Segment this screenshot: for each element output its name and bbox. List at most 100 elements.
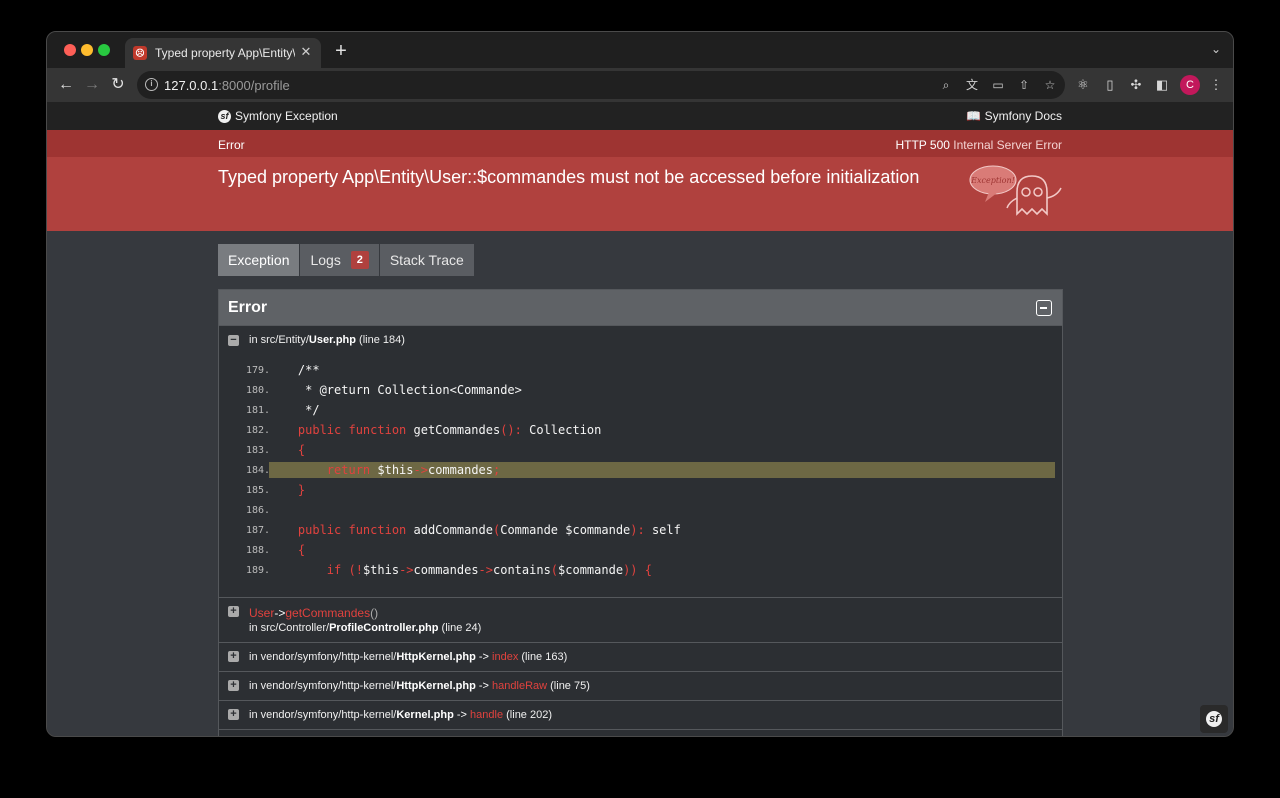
expand-frame-icon[interactable]: + bbox=[228, 606, 239, 617]
trace-panel: Error − in src/Entity/User.php (line 184… bbox=[218, 289, 1063, 736]
line-number: 183. bbox=[246, 445, 271, 456]
logs-count-badge: 2 bbox=[350, 251, 369, 269]
line-number: 188. bbox=[246, 545, 271, 556]
symfony-toolbar-toggle[interactable]: sf bbox=[1200, 705, 1228, 733]
share-icon[interactable]: ⇧ bbox=[1016, 77, 1032, 93]
tab-stack-trace[interactable]: Stack Trace bbox=[379, 244, 475, 276]
payment-card-icon[interactable]: ▭ bbox=[990, 77, 1006, 93]
translate-icon[interactable]: 文 bbox=[964, 77, 980, 93]
code-text: /** bbox=[269, 363, 320, 377]
symfony-logo-icon: sf bbox=[218, 109, 231, 123]
reload-icon[interactable]: ↻ bbox=[107, 74, 129, 96]
code-line: 188. { bbox=[219, 540, 1062, 560]
forward-arrow-icon[interactable]: → bbox=[81, 74, 103, 96]
exception-ghost-icon: Exception! bbox=[969, 165, 1062, 216]
code-line: 187. public function addCommande(Command… bbox=[219, 520, 1062, 540]
browser-window: ☹ Typed property App\Entity\User::$comma… bbox=[46, 31, 1234, 737]
frame-location: in vendor/symfony/http-kernel/Kernel.php… bbox=[249, 709, 552, 721]
symfony-top-bar: sf Symfony Exception 📖 Symfony Docs bbox=[47, 102, 1233, 130]
svg-text:Exception!: Exception! bbox=[970, 176, 1015, 185]
close-tab-icon[interactable]: ✕ bbox=[299, 45, 313, 59]
line-number: 187. bbox=[246, 525, 271, 536]
code-text: if (!$this->commandes->contains($command… bbox=[326, 563, 652, 577]
code-text: { bbox=[297, 543, 306, 557]
trace-frame[interactable]: + in vendor/symfony/http-kernel/HttpKern… bbox=[219, 671, 1062, 700]
page-content: sf Symfony Exception 📖 Symfony Docs Erro… bbox=[47, 102, 1233, 736]
browser-tab[interactable]: ☹ Typed property App\Entity\User::$comma… bbox=[125, 38, 321, 68]
code-text: */ bbox=[269, 403, 320, 417]
url-text: 127.0.0.1:8000/profile bbox=[164, 78, 290, 93]
expand-frame-icon[interactable]: + bbox=[228, 680, 239, 691]
code-line: 182. public function getCommandes(): Col… bbox=[219, 420, 1062, 440]
expand-frame-icon[interactable]: + bbox=[228, 709, 239, 720]
frame-location: in vendor/symfony/http-kernel/HttpKernel… bbox=[249, 680, 590, 692]
browser-menu-icon[interactable]: ⋮ bbox=[1207, 76, 1225, 94]
line-number: 180. bbox=[246, 385, 271, 396]
exception-class-label: Error bbox=[218, 138, 245, 152]
trace-frame[interactable]: + bbox=[219, 729, 1062, 736]
extensions-puzzle-icon[interactable]: ✣ bbox=[1127, 76, 1145, 94]
exception-header: Error HTTP 500 Internal Server Error Typ… bbox=[47, 130, 1233, 231]
code-line: 183. { bbox=[219, 440, 1062, 460]
side-panel-icon[interactable]: ◧ bbox=[1153, 76, 1171, 94]
react-devtools-extension-icon[interactable]: ⚛ bbox=[1074, 76, 1092, 94]
document-extension-icon[interactable]: ▯ bbox=[1101, 76, 1119, 94]
code-text: { bbox=[297, 443, 306, 457]
code-line: 181. */ bbox=[219, 400, 1062, 420]
trace-panel-header: Error bbox=[219, 290, 1062, 325]
tab-exception[interactable]: Exception bbox=[218, 244, 301, 276]
code-text: } bbox=[297, 483, 306, 497]
trace-frame-expanded: − in src/Entity/User.php (line 184) 179.… bbox=[219, 325, 1062, 597]
symfony-error-favicon-icon: ☹ bbox=[133, 46, 147, 60]
trace-frame[interactable]: + in vendor/symfony/http-kernel/HttpKern… bbox=[219, 642, 1062, 671]
line-number: 182. bbox=[246, 425, 271, 436]
code-line: 185. } bbox=[219, 480, 1062, 500]
frame-location[interactable]: in src/Entity/User.php (line 184) bbox=[249, 334, 405, 346]
zoom-search-icon[interactable]: ⌕ bbox=[938, 77, 954, 93]
tab-search-chevron-icon[interactable]: ⌄ bbox=[1211, 42, 1221, 56]
close-window-button[interactable] bbox=[64, 44, 76, 56]
trace-frame[interactable]: + in vendor/symfony/http-kernel/Kernel.p… bbox=[219, 700, 1062, 729]
collapse-frame-icon[interactable]: − bbox=[228, 335, 239, 346]
book-icon: 📖 bbox=[966, 109, 982, 123]
tab-logs[interactable]: Logs 2 bbox=[300, 244, 380, 276]
expand-frame-icon[interactable]: + bbox=[228, 651, 239, 662]
line-number: 181. bbox=[246, 405, 271, 416]
symfony-docs-link[interactable]: 📖 Symfony Docs bbox=[966, 109, 1062, 123]
code-excerpt: 179. /** 180. * @return Collection<Comman… bbox=[219, 360, 1062, 580]
http-status: HTTP 500 Internal Server Error bbox=[895, 138, 1062, 152]
symfony-brand: sf Symfony Exception bbox=[218, 109, 338, 123]
tab-strip: ☹ Typed property App\Entity\User::$comma… bbox=[47, 32, 1233, 68]
code-line: 189. if (!$this->commandes->contains($co… bbox=[219, 560, 1062, 580]
exception-message: Typed property App\Entity\User::$command… bbox=[218, 167, 920, 187]
collapse-panel-icon[interactable] bbox=[1036, 300, 1052, 316]
profile-avatar[interactable]: C bbox=[1180, 75, 1200, 95]
trace-panel-title: Error bbox=[228, 299, 268, 316]
frame-location: in src/Controller/ProfileController.php … bbox=[249, 622, 482, 634]
exception-tabs: Exception Logs 2 Stack Trace bbox=[218, 244, 475, 276]
line-number: 189. bbox=[246, 565, 271, 576]
line-number: 186. bbox=[246, 505, 271, 516]
line-number: 185. bbox=[246, 485, 271, 496]
maximize-window-button[interactable] bbox=[98, 44, 110, 56]
line-number: 184. bbox=[246, 465, 271, 476]
browser-toolbar: ← → ↻ i 127.0.0.1:8000/profile ⌕ 文 ▭ ⇧ ☆… bbox=[47, 68, 1233, 102]
address-bar[interactable]: i 127.0.0.1:8000/profile ⌕ 文 ▭ ⇧ ☆ bbox=[137, 71, 1065, 99]
code-line-highlighted: 184. return $this->commandes; bbox=[219, 460, 1062, 480]
site-info-icon[interactable]: i bbox=[145, 78, 158, 91]
line-number: 179. bbox=[246, 365, 271, 376]
code-line: 179. /** bbox=[219, 360, 1062, 380]
new-tab-button[interactable]: + bbox=[331, 41, 351, 61]
code-text: public function getCommandes(): Collecti… bbox=[297, 423, 602, 437]
minimize-window-button[interactable] bbox=[81, 44, 93, 56]
trace-frame[interactable]: + User->getCommandes() in src/Controller… bbox=[219, 597, 1062, 642]
code-line: 186. bbox=[219, 500, 1062, 520]
bookmark-star-icon[interactable]: ☆ bbox=[1042, 77, 1058, 93]
tab-title: Typed property App\Entity\User::$command… bbox=[155, 46, 295, 60]
back-arrow-icon[interactable]: ← bbox=[55, 74, 77, 96]
code-text: * @return Collection<Commande> bbox=[269, 383, 522, 397]
symfony-logo-icon: sf bbox=[1206, 711, 1222, 727]
code-text: return $this->commandes; bbox=[269, 462, 1055, 478]
frame-location: in vendor/symfony/http-kernel/HttpKernel… bbox=[249, 651, 568, 663]
